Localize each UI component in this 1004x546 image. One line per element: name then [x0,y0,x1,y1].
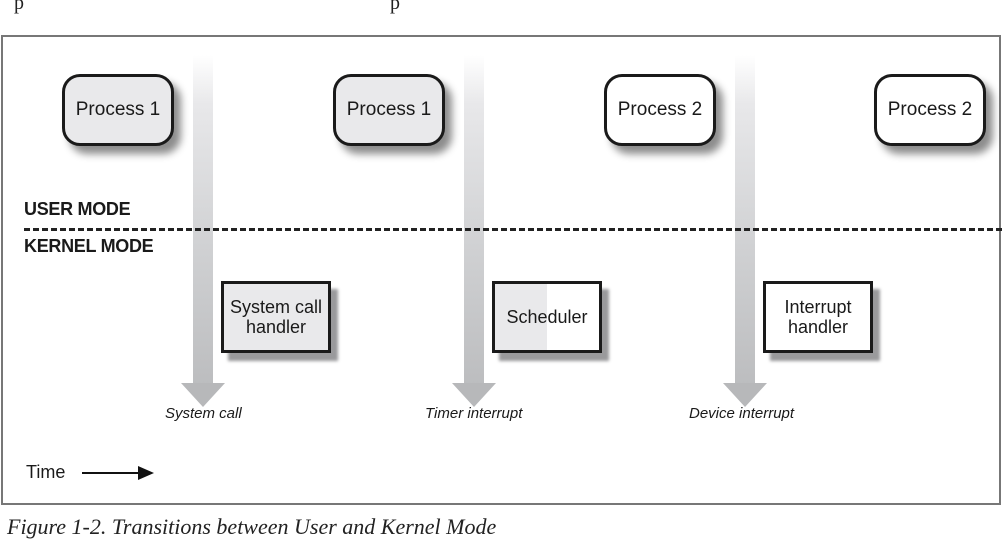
system-call-handler-box: System call handler [221,281,331,353]
time-label: Time [26,462,66,482]
process-label: Process 1 [346,99,432,120]
timer-interrupt-event-label: Timer interrupt [425,405,523,422]
time-arrow-icon [138,466,154,480]
mode-boundary-line [24,228,1002,231]
cut-off-text-right: p [390,0,400,14]
system-call-event-label: System call [165,405,242,422]
cut-off-text-left: p [14,0,24,14]
system-call-arrow-shaft [193,55,213,385]
handler-label-line2: handler [245,317,307,337]
kernel-mode-label: KERNEL MODE [24,236,154,256]
process-label: Process 1 [75,99,161,120]
user-mode-label: USER MODE [24,199,131,219]
process-label: Process 2 [887,99,973,120]
handler-label-line2: handler [787,317,849,337]
device-interrupt-event-label: Device interrupt [689,405,795,422]
figure-caption: Figure 1-2. Transitions between User and… [7,514,497,539]
interrupt-handler-box: Interrupt handler [763,281,873,353]
time-arrow-shaft [82,472,140,474]
process-box-2: Process 1 [333,74,445,146]
device-interrupt-arrow-head-icon [723,383,767,407]
process-box-3: Process 2 [604,74,716,146]
process-box-4: Process 2 [874,74,986,146]
process-box-1: Process 1 [62,74,174,146]
scheduler-box: Scheduler [492,281,602,353]
handler-label-line1: System call [229,297,323,317]
device-interrupt-arrow-shaft [735,55,755,385]
process-label: Process 2 [617,99,703,120]
handler-label-line1: Scheduler [506,307,588,327]
timer-interrupt-arrow-head-icon [452,383,496,407]
handler-label-line1: Interrupt [784,297,852,317]
system-call-arrow-head-icon [181,383,225,407]
timer-interrupt-arrow-shaft [464,55,484,385]
